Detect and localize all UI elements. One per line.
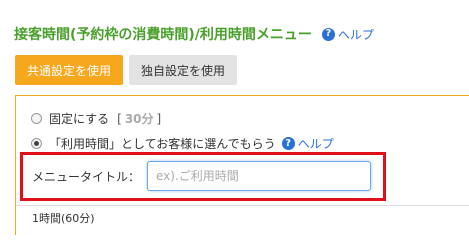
menu-title-label: メニュータイトル： (32, 170, 141, 184)
tab-custom-settings[interactable]: 独自設定を使用 (129, 55, 238, 85)
section-title-text: 接客時間(予約枠の消費時間)/利用時間メニュー (14, 27, 312, 43)
menu-title-input[interactable] (147, 161, 371, 191)
question-circle-icon: ? (281, 137, 295, 150)
fixed-minutes-value: 30分 (124, 112, 154, 126)
question-circle-icon: ? (321, 27, 335, 41)
tab-common-settings-label: 共通設定を使用 (27, 63, 112, 78)
divider (16, 205, 469, 206)
usage-radio[interactable] (31, 138, 42, 149)
bracket-close: ] (156, 111, 162, 126)
tab-custom-settings-label: 独自設定を使用 (141, 63, 226, 78)
fixed-label: 固定にする (49, 112, 110, 126)
settings-tabs: 共通設定を使用 独自設定を使用 (15, 55, 243, 85)
section-title: 接客時間(予約枠の消費時間)/利用時間メニュー ? ヘルプ (14, 24, 374, 44)
fixed-radio[interactable] (31, 113, 42, 124)
help-link-label: ヘルプ (337, 27, 374, 42)
usage-label: 「利用時間」としてお客様に選んでもらう (49, 137, 276, 151)
usage-help-link[interactable]: ? ヘルプ (281, 135, 334, 152)
duration-label: 1時間(60分) (32, 212, 95, 225)
bracket-open: [ (117, 111, 122, 126)
duration-list-item: 1時間(60分) (32, 210, 95, 226)
usage-time-settings: 接客時間(予約枠の消費時間)/利用時間メニュー ? ヘルプ 共通設定を使用 独自… (0, 0, 469, 235)
usage-help-label: ヘルプ (297, 137, 334, 151)
option-fixed-row[interactable]: 固定にする [ 30分 ] (31, 110, 161, 127)
tab-common-settings[interactable]: 共通設定を使用 (15, 55, 124, 85)
option-usage-row[interactable]: 「利用時間」としてお客様に選んでもらう ? ヘルプ (31, 135, 334, 152)
help-link[interactable]: ? ヘルプ (321, 26, 374, 43)
